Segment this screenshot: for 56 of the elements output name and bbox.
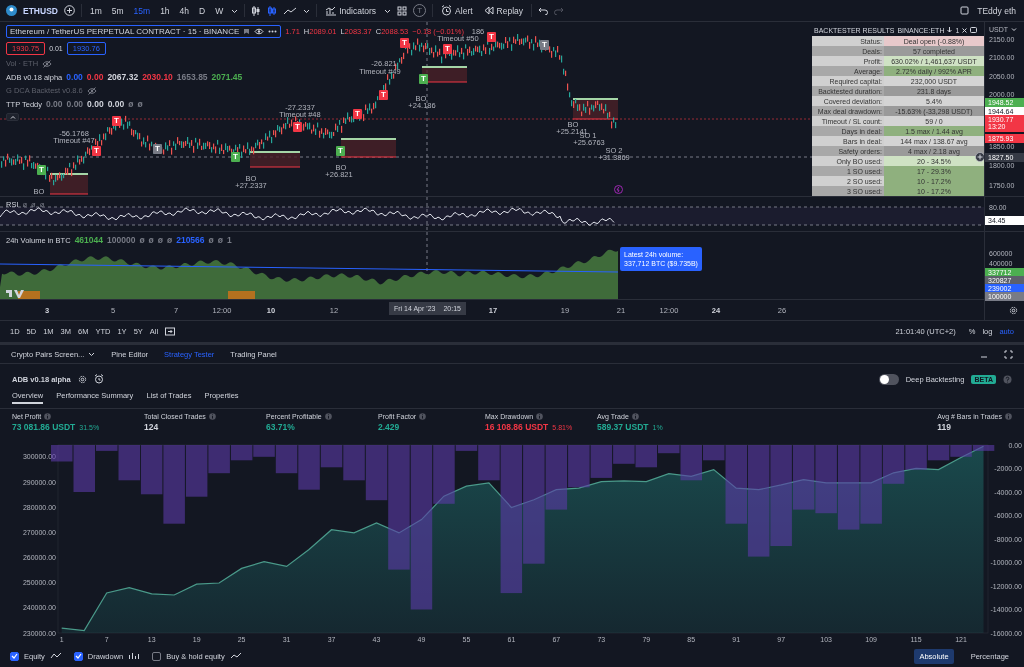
trade-marker: T (112, 116, 121, 126)
trade-marker: T (379, 90, 388, 100)
interval-button[interactable]: D (197, 5, 208, 16)
indicator-value: 210566 (176, 235, 205, 245)
interval-button[interactable]: 15m (131, 5, 153, 16)
interval-button[interactable]: 4h (177, 5, 192, 16)
indicator-value: ø (137, 99, 143, 109)
indicator-value: 0.00 (107, 99, 125, 109)
trade-marker: T (37, 165, 46, 175)
indicator-value: 100000 (107, 235, 136, 245)
interval-button[interactable]: W (213, 5, 226, 16)
indicator-value: 2071.45 (211, 72, 243, 82)
metric-value: 2.429 (378, 422, 400, 432)
metric-value: 589.37 USDT (597, 422, 649, 432)
trade-marker: T (540, 40, 549, 50)
metric-value: 124 (144, 422, 159, 432)
trade-marker: T (353, 109, 362, 119)
metric-value: 63.71% (266, 422, 295, 432)
symbol-name[interactable]: ETHUSD (23, 5, 58, 16)
account-name[interactable]: TEddy eth (975, 5, 1018, 16)
trade-marker: T (419, 74, 428, 84)
indicator-value: ø (157, 235, 163, 245)
replay-button[interactable]: Replay (480, 5, 526, 16)
trade-marker: T (336, 146, 345, 156)
metric-value: 16 108.86 USDT (485, 422, 549, 432)
metric-value: 119 (937, 422, 951, 432)
symbol-title[interactable]: Ethereum / TetherUS PERPETUAL CONTRACT · 15 · BINANCE (6, 25, 282, 38)
indicators-button[interactable]: Indicators (323, 5, 379, 16)
interval-button[interactable]: 5m (109, 5, 126, 16)
indicator-value: 2030.10 (142, 72, 173, 82)
indicator-value: ø (217, 235, 223, 245)
metric-value: 73 081.86 USDT (12, 422, 76, 432)
indicator-value: ø (208, 235, 214, 245)
trade-marker: T (443, 44, 452, 54)
indicator-value: 0.00 (66, 72, 83, 82)
indicator-value: 461044 (74, 235, 103, 245)
indicator-value: 1 (226, 235, 232, 245)
indicator-value: 0.00 (46, 99, 63, 109)
trade-marker: T (231, 152, 240, 162)
indicator-value: ø (167, 235, 173, 245)
trade-marker: T (153, 144, 162, 154)
interval-button[interactable]: 1h (158, 5, 172, 16)
trade-marker: T (92, 146, 101, 156)
trade-marker: T (293, 122, 302, 132)
trade-marker: T (400, 38, 409, 48)
interval-button[interactable]: 1m (87, 5, 104, 16)
indicator-value: ø (139, 235, 145, 245)
indicator-value: 2067.32 (107, 72, 139, 82)
indicator-value: ø (148, 235, 154, 245)
indicator-value: ø (128, 99, 134, 109)
indicator-value: 0.00 (86, 72, 104, 82)
indicator-value: 0.00 (66, 99, 84, 109)
indicator-value: 1653.85 (176, 72, 208, 82)
alert-button[interactable]: Alert (439, 5, 475, 16)
indicator-value: 0.00 (87, 99, 104, 109)
trade-marker: T (487, 32, 496, 42)
